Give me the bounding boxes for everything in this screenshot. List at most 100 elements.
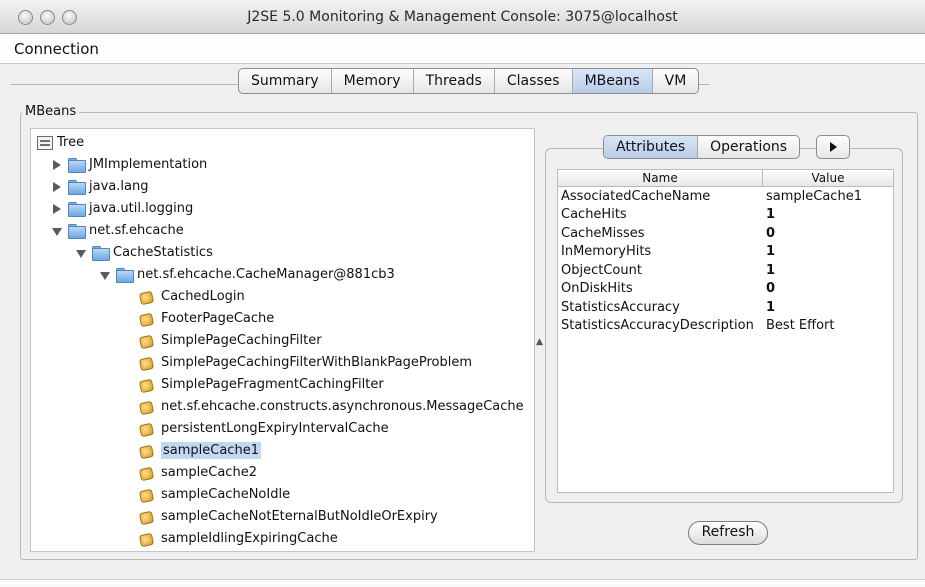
window-bottom-edge: [0, 579, 925, 587]
tree-leaf-messagecache[interactable]: net.sf.ehcache.constructs.asynchronous.M…: [139, 396, 524, 417]
folder-icon: [116, 267, 134, 283]
tab-attributes[interactable]: Attributes: [604, 136, 699, 158]
attribute-value: 1: [766, 244, 776, 260]
attribute-value: 0: [766, 225, 776, 241]
collapse-triangle-icon[interactable]: [51, 225, 63, 237]
tree-node-jmimplementation[interactable]: JMImplementation: [51, 154, 207, 175]
tree-leaf-simplepagecachingfilter[interactable]: SimplePageCachingFilter: [139, 330, 322, 351]
tree-node-cachemanager[interactable]: net.sf.ehcache.CacheManager@881cb3: [99, 264, 395, 285]
table-row[interactable]: OnDiskHits 0: [558, 280, 893, 299]
tree-leaf-label: SimplePageCachingFilter: [161, 333, 322, 348]
column-header-value[interactable]: Value: [763, 170, 893, 186]
tree-node-label: JMImplementation: [89, 157, 208, 172]
collapse-triangle-icon[interactable]: [75, 247, 87, 259]
tree-leaf-label: FooterPageCache: [161, 311, 275, 326]
tree-leaf-label: sampleIdlingExpiringCache: [161, 531, 338, 546]
more-tabs-button[interactable]: [816, 135, 850, 159]
table-row[interactable]: ObjectCount 1: [558, 261, 893, 280]
collapse-triangle-icon[interactable]: [99, 269, 111, 281]
right-arrow-icon: [830, 142, 837, 152]
table-row[interactable]: CacheHits 1: [558, 206, 893, 225]
tree-leaf-simplepagefragmentcachingfilter[interactable]: SimplePageFragmentCachingFilter: [139, 374, 384, 395]
tree-node-java-lang[interactable]: java.lang: [51, 176, 148, 197]
column-header-name[interactable]: Name: [558, 170, 763, 186]
tree-leaf-simplepagecachingfilterwithblankpageproblem[interactable]: SimplePageCachingFilterWithBlankPageProb…: [139, 352, 472, 373]
mbean-icon: [139, 356, 153, 370]
attribute-name: CacheHits: [561, 207, 627, 223]
attribute-name: AssociatedCacheName: [561, 188, 711, 204]
mbean-tree[interactable]: Tree JMImplementation java.lang java.uti…: [30, 128, 535, 552]
tree-node-label: CacheStatistics: [113, 245, 213, 260]
attribute-name: ObjectCount: [561, 262, 642, 278]
tree-leaf-samplecache2[interactable]: sampleCache2: [139, 462, 257, 483]
attribute-value: sampleCache1: [766, 188, 862, 204]
attribute-name: StatisticsAccuracy: [561, 299, 680, 315]
tree-leaf-label: CachedLogin: [161, 289, 245, 304]
tree-leaf-label: net.sf.ehcache.constructs.asynchronous.M…: [161, 399, 524, 414]
tree-leaf-samplecachenoidle[interactable]: sampleCacheNoIdle: [139, 484, 290, 505]
attribute-name: InMemoryHits: [561, 244, 652, 260]
folder-icon: [68, 179, 86, 195]
splitter-grip-icon[interactable]: ▲: [536, 337, 543, 347]
tree-leaf-cachedlogin[interactable]: CachedLogin: [139, 286, 245, 307]
attribute-name: OnDiskHits: [561, 281, 633, 297]
tree-leaf-label-selected: sampleCache1: [161, 442, 261, 459]
refresh-button[interactable]: Refresh: [688, 521, 768, 545]
tree-node-cachestatistics[interactable]: CacheStatistics: [75, 242, 213, 263]
table-row[interactable]: StatisticsAccuracyDescription Best Effor…: [558, 317, 893, 336]
tab-classes[interactable]: Classes: [495, 69, 573, 93]
mbeans-group-label: MBeans: [22, 104, 80, 119]
mbean-icon: [139, 532, 153, 546]
tab-memory[interactable]: Memory: [332, 69, 414, 93]
tree-node-label: net.sf.ehcache: [89, 223, 184, 238]
title-bar: J2SE 5.0 Monitoring & Management Console…: [0, 0, 925, 34]
expand-triangle-icon[interactable]: [51, 159, 63, 171]
expand-triangle-icon[interactable]: [51, 181, 63, 193]
tree-leaf-footerpagecache[interactable]: FooterPageCache: [139, 308, 274, 329]
tree-node-label: java.lang: [89, 179, 149, 194]
tree-leaf-samplecache1[interactable]: sampleCache1: [139, 440, 261, 461]
tree-node-label: net.sf.ehcache.CacheManager@881cb3: [137, 267, 395, 282]
menu-connection[interactable]: Connection: [14, 40, 99, 58]
tab-summary[interactable]: Summary: [239, 69, 332, 93]
mbean-icon: [139, 334, 153, 348]
tree-leaf-label: persistentLongExpiryIntervalCache: [161, 421, 389, 436]
folder-icon: [68, 157, 86, 173]
attribute-value: Best Effort: [766, 318, 835, 334]
tree-leaf-label: sampleCache2: [161, 465, 257, 480]
tab-threads[interactable]: Threads: [414, 69, 495, 93]
mbean-icon: [139, 290, 153, 304]
mbean-icon: [139, 466, 153, 480]
mbean-icon: [139, 488, 153, 502]
table-row[interactable]: CacheMisses 0: [558, 224, 893, 243]
tree-node-java-util-logging[interactable]: java.util.logging: [51, 198, 193, 219]
mbean-icon: [139, 312, 153, 326]
tree-leaf-sampleidlingexpiringcache[interactable]: sampleIdlingExpiringCache: [139, 528, 338, 549]
tab-operations[interactable]: Operations: [698, 136, 799, 158]
tree-node-net-sf-ehcache[interactable]: net.sf.ehcache: [51, 220, 184, 241]
expand-triangle-icon[interactable]: [51, 203, 63, 215]
table-row[interactable]: InMemoryHits 1: [558, 243, 893, 262]
folder-icon: [92, 245, 110, 261]
tab-vm[interactable]: VM: [653, 69, 699, 93]
mbean-icon: [139, 444, 153, 458]
folder-icon: [68, 201, 86, 217]
tree-icon: [37, 135, 53, 150]
tree-root[interactable]: Tree: [37, 132, 84, 153]
menu-bar: Connection: [0, 34, 925, 64]
table-row[interactable]: AssociatedCacheName sampleCache1: [558, 187, 893, 206]
tree-leaf-label: SimplePageFragmentCachingFilter: [161, 377, 384, 392]
tree-root-label: Tree: [57, 135, 85, 150]
table-row[interactable]: StatisticsAccuracy 1: [558, 298, 893, 317]
tree-leaf-persistentlongexpiryintervalcache[interactable]: persistentLongExpiryIntervalCache: [139, 418, 389, 439]
main-tab-bar: Summary Memory Threads Classes MBeans VM: [238, 68, 700, 94]
attribute-name: StatisticsAccuracyDescription: [561, 318, 754, 334]
tree-leaf-label: sampleCacheNoIdle: [161, 487, 291, 502]
tab-mbeans[interactable]: MBeans: [572, 69, 653, 93]
mbean-icon: [139, 378, 153, 392]
table-header: Name Value: [558, 170, 893, 187]
attribute-value: 1: [766, 207, 776, 223]
tree-leaf-samplecachenoteternal[interactable]: sampleCacheNotEternalButNoIdleOrExpiry: [139, 506, 438, 527]
folder-icon: [68, 223, 86, 239]
mbean-icon: [139, 510, 153, 524]
